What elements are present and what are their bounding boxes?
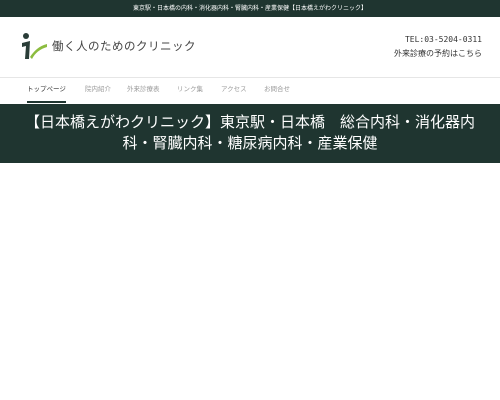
hero-banner: 【日本橋えがわクリニック】東京駅・日本橋 総合内科・消化器内科・腎臓内科・糖尿病… (0, 104, 500, 163)
nav-item-contact[interactable]: お問合せ (264, 78, 290, 101)
reservation-link[interactable]: 外来診療の予約はこちら (394, 47, 482, 60)
main-content-area (0, 163, 500, 400)
nav-item-top-page[interactable]: トップページ (27, 78, 66, 103)
site-tagline-bar: 東京駅・日本橋の内科・消化器内科・腎臓内科・産業保健【日本橋えがわクリニック】 (0, 0, 500, 17)
nav-item-clinic-intro[interactable]: 院内紹介 (85, 78, 111, 101)
nav-item-access[interactable]: アクセス (221, 78, 247, 101)
global-nav: トップページ 院内紹介 外来診療表 リンク集 アクセス お問合せ (0, 77, 500, 104)
phone-number[interactable]: TEL:03-5204-0311 (394, 34, 482, 46)
nav-item-outpatient-schedule[interactable]: 外来診療表 (127, 78, 160, 101)
hero-title: 【日本橋えがわクリニック】東京駅・日本橋 総合内科・消化器内科・腎臓内科・糖尿病… (24, 113, 475, 152)
contact-info: TEL:03-5204-0311 外来診療の予約はこちら (394, 34, 482, 60)
site-header: 働く人のためのクリニック TEL:03-5204-0311 外来診療の予約はこち… (0, 17, 500, 77)
running-person-logo-icon (22, 33, 47, 59)
site-tagline: 東京駅・日本橋の内科・消化器内科・腎臓内科・産業保健【日本橋えがわクリニック】 (132, 5, 367, 12)
logo-text: 働く人のためのクリニック (52, 39, 196, 53)
nav-item-links[interactable]: リンク集 (177, 78, 203, 101)
